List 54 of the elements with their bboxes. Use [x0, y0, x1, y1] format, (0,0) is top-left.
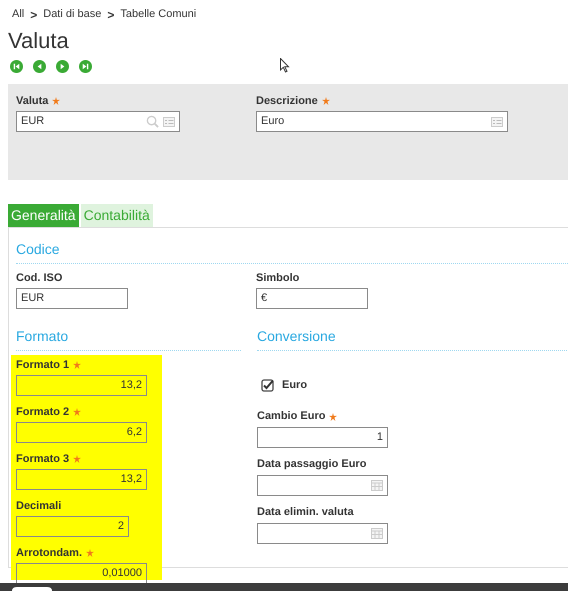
first-icon[interactable] — [10, 60, 23, 73]
calendar-icon[interactable] — [371, 479, 383, 491]
field-label: Formato 2 — [16, 404, 70, 420]
calendar-icon[interactable] — [371, 527, 383, 539]
breadcrumb-separator: > — [107, 6, 114, 24]
field-value: Euro — [261, 114, 286, 130]
input-field[interactable]: 6,2 — [16, 422, 147, 443]
input-field[interactable]: 13,2 — [16, 375, 147, 396]
field-label: Arrotondam. — [16, 546, 82, 561]
field-label: Data passaggio Euro — [257, 457, 366, 472]
input-field[interactable] — [257, 522, 388, 544]
field-value: 0,01000 — [101, 566, 142, 582]
section-heading: Conversione — [257, 328, 336, 344]
input-field[interactable]: € — [256, 288, 368, 309]
previous-icon[interactable] — [33, 60, 46, 73]
checkbox[interactable] — [261, 378, 274, 392]
input-field[interactable]: 13,2 — [16, 469, 147, 490]
field-value: 1 — [376, 430, 383, 445]
field-label: Simbolo — [256, 270, 300, 286]
checkbox-label: Euro — [282, 378, 308, 393]
field-value: EUR — [21, 291, 46, 306]
input-field[interactable]: Euro — [256, 111, 508, 132]
field-label: Formato 1 — [16, 358, 70, 373]
field-label: Decimali — [16, 498, 62, 514]
detail-icon[interactable] — [491, 116, 503, 126]
field-value: 2 — [116, 519, 124, 534]
field-value: 6,2 — [126, 425, 142, 440]
input-field[interactable]: 2 — [16, 516, 129, 537]
field-label: Valuta — [16, 94, 48, 109]
breadcrumb-link[interactable]: Dati di base — [43, 6, 102, 23]
field-label: Formato 3 — [16, 452, 70, 467]
next-icon[interactable] — [56, 60, 69, 73]
field-value: EUR — [21, 114, 46, 130]
field-label: Cod. ISO — [16, 270, 62, 286]
breadcrumb-separator: > — [30, 6, 38, 24]
field-value: € — [261, 291, 268, 306]
cursor-icon — [280, 58, 290, 73]
field-label: Data elimin. valuta — [257, 505, 354, 520]
last-icon[interactable] — [79, 60, 92, 73]
field-label: Descrizione — [256, 94, 318, 109]
section-heading: Formato — [16, 328, 68, 344]
field-value: 13,2 — [120, 472, 142, 488]
page-title: Valuta — [8, 28, 69, 53]
section-heading: Codice — [16, 241, 60, 257]
search-icon — [146, 115, 159, 128]
input-field[interactable]: 1 — [257, 426, 388, 448]
breadcrumb-link[interactable]: Tabelle Comuni — [120, 6, 196, 23]
detail-icon[interactable] — [163, 116, 175, 126]
input-field[interactable]: EUR — [16, 111, 180, 132]
input-field[interactable]: EUR — [16, 288, 128, 309]
field-value: 13,2 — [120, 378, 142, 394]
field-label: Cambio Euro — [257, 409, 326, 424]
breadcrumb-link[interactable]: All — [12, 6, 24, 23]
input-field[interactable] — [257, 474, 388, 496]
